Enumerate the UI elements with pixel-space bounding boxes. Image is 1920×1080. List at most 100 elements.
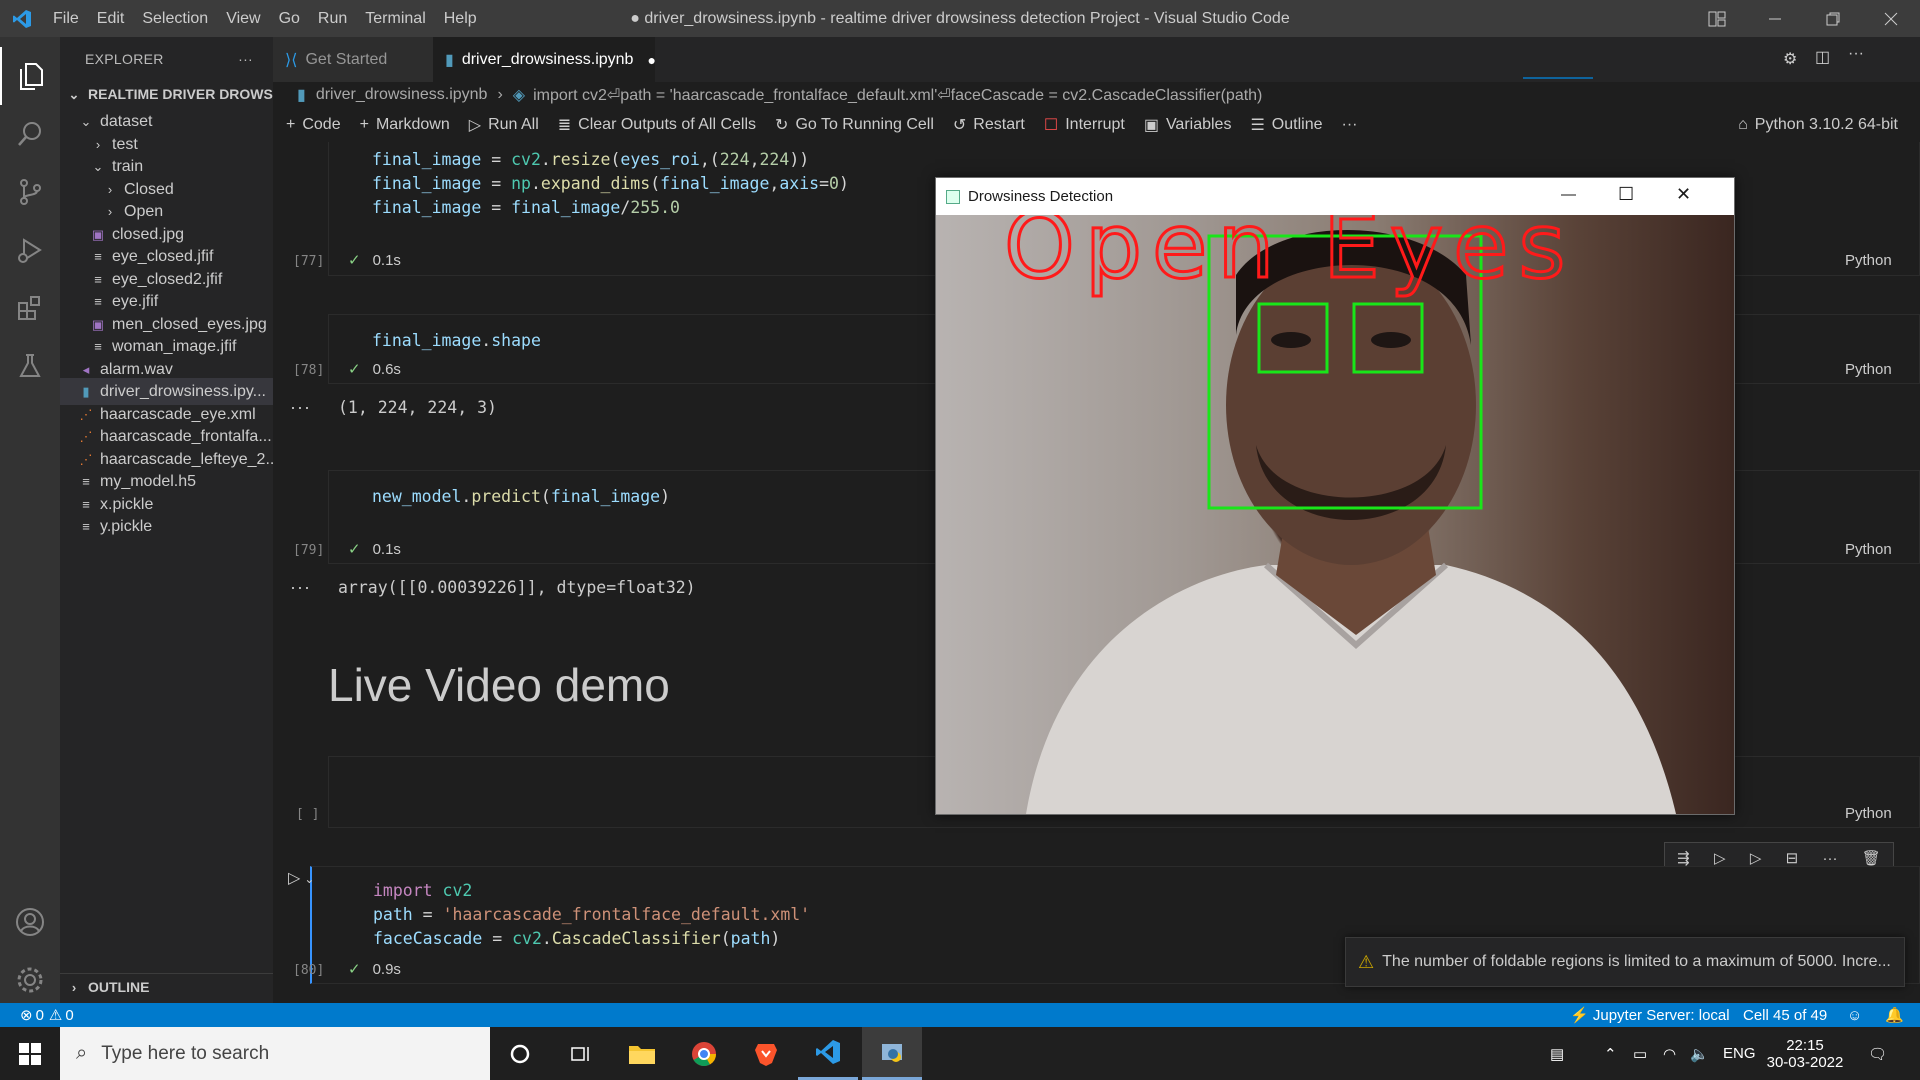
notification-center-icon[interactable]: 🗨 bbox=[1868, 1027, 1887, 1080]
notifications-bell-icon[interactable]: 🔔 bbox=[1885, 1006, 1904, 1024]
run-debug-icon[interactable] bbox=[0, 221, 60, 279]
unsaved-dot-icon[interactable]: ● bbox=[647, 52, 655, 68]
settings-gear-icon[interactable] bbox=[0, 951, 60, 1009]
file-explorer-icon[interactable] bbox=[612, 1027, 672, 1080]
accounts-icon[interactable] bbox=[0, 893, 60, 951]
output-more-icon[interactable]: ··· bbox=[290, 397, 311, 418]
output-more-icon[interactable]: ··· bbox=[290, 577, 311, 598]
explorer-title: EXPLORER bbox=[85, 51, 164, 67]
cell-source[interactable]: import cv2 path = 'haarcascade_frontalfa… bbox=[373, 879, 810, 951]
go-to-running-cell-button[interactable]: ↻ Go To Running Cell bbox=[775, 115, 934, 135]
breadcrumb-file[interactable]: driver_drowsiness.ipynb bbox=[316, 86, 488, 104]
plus-icon: + bbox=[286, 116, 296, 133]
markdown-heading[interactable]: Live Video demo bbox=[328, 658, 670, 712]
cell-language[interactable]: Python bbox=[1845, 805, 1892, 822]
split-editor-icon[interactable]: ◫ bbox=[1815, 47, 1830, 67]
task-view-icon[interactable] bbox=[550, 1027, 610, 1080]
extensions-icon[interactable] bbox=[0, 279, 60, 337]
show-hidden-icons-icon[interactable]: ⌃ bbox=[1604, 1027, 1617, 1080]
execute-above-icon[interactable]: ▷ bbox=[1714, 849, 1726, 867]
cell-source[interactable]: final_image = cv2.resize(eyes_roi,(224,2… bbox=[372, 148, 849, 220]
run-all-button[interactable]: ▷ Run All bbox=[469, 115, 539, 135]
outline-button[interactable]: ☰ Outline bbox=[1250, 115, 1322, 135]
breadcrumb-cell[interactable]: import cv2⏎path = 'haarcascade_frontalfa… bbox=[533, 85, 1262, 105]
cell-source[interactable]: final_image.shape bbox=[372, 329, 541, 353]
restart-button[interactable]: ↺ Restart bbox=[953, 115, 1025, 135]
tree-file[interactable]: ≡ y.pickle bbox=[60, 513, 273, 540]
drowsiness-detection-window[interactable]: Drowsiness Detection — ☐ ✕ Open Eyes bbox=[935, 177, 1735, 815]
menu-terminal[interactable]: Terminal bbox=[356, 0, 434, 37]
outline-section[interactable]: › OUTLINE bbox=[60, 973, 273, 1000]
testing-icon[interactable] bbox=[0, 337, 60, 395]
run-by-line-icon[interactable]: ⇶ bbox=[1677, 849, 1690, 867]
feedback-icon[interactable]: ☺ bbox=[1847, 1007, 1862, 1024]
check-icon: ✓ bbox=[348, 361, 361, 378]
run-cell-button[interactable]: ▷ ⌄ bbox=[288, 868, 314, 888]
cortana-icon[interactable] bbox=[490, 1027, 550, 1080]
maximize-button[interactable]: ☐ bbox=[1618, 184, 1634, 205]
news-widget-icon[interactable]: ▤ bbox=[1550, 1027, 1564, 1080]
execute-below-icon[interactable]: ▷ bbox=[1750, 849, 1762, 867]
errors-status[interactable]: ⊗ 0 ⚠ 0 bbox=[20, 1006, 74, 1025]
chrome-icon[interactable] bbox=[674, 1027, 734, 1080]
execution-count: [78] bbox=[293, 363, 325, 378]
more-actions-icon[interactable]: ··· bbox=[1823, 850, 1838, 867]
close-button[interactable] bbox=[1862, 0, 1920, 37]
jupyter-server-status[interactable]: ⚡ Jupyter Server: local bbox=[1570, 1006, 1730, 1024]
menu-view[interactable]: View bbox=[217, 0, 269, 37]
kernel-icon: ⌂ bbox=[1738, 116, 1748, 133]
tree-item-label: eye_closed2.jfif bbox=[112, 270, 223, 288]
delete-icon[interactable]: 🗑 bbox=[1862, 849, 1881, 867]
battery-icon[interactable]: ▭ bbox=[1633, 1027, 1647, 1080]
cell-language[interactable]: Python bbox=[1845, 541, 1892, 558]
volume-icon[interactable]: 🔈 bbox=[1690, 1027, 1709, 1080]
explorer-sidebar: EXPLORER ··· ⌄ REALTIME DRIVER DROWS... ⌄… bbox=[60, 37, 273, 1003]
cell-source[interactable]: new_model.predict(final_image) bbox=[372, 485, 670, 509]
kernel-picker[interactable]: ⌂ Python 3.10.2 64-bit bbox=[1738, 116, 1898, 134]
vscode-taskbar-icon[interactable] bbox=[798, 1027, 858, 1080]
play-icon: ▷ bbox=[288, 870, 301, 887]
menu-selection[interactable]: Selection bbox=[133, 0, 217, 37]
input-language[interactable]: ENG bbox=[1723, 1027, 1756, 1080]
explorer-icon[interactable] bbox=[0, 47, 60, 105]
add-markdown-button[interactable]: + Markdown bbox=[360, 116, 450, 134]
workspace-root[interactable]: ⌄ REALTIME DRIVER DROWS... bbox=[60, 81, 273, 108]
cell-language[interactable]: Python bbox=[1845, 361, 1892, 378]
cell-output: array([[0.00039226]], dtype=float32) bbox=[338, 578, 696, 597]
more-actions-icon[interactable]: ··· bbox=[1848, 45, 1864, 63]
more-actions-icon[interactable]: ··· bbox=[238, 37, 253, 81]
search-icon[interactable] bbox=[0, 105, 60, 163]
menu-help[interactable]: Help bbox=[435, 0, 486, 37]
tab-get-started[interactable]: ⟩⟨ Get Started bbox=[273, 37, 433, 82]
menu-run[interactable]: Run bbox=[309, 0, 356, 37]
taskbar-search-box[interactable]: ⌕ Type here to search bbox=[60, 1027, 490, 1080]
wifi-icon[interactable]: ◠ bbox=[1663, 1027, 1676, 1080]
settings-gear-icon[interactable]: ⚙ bbox=[1783, 49, 1797, 69]
tree-item-label: woman_image.jfif bbox=[112, 338, 237, 355]
restore-button[interactable] bbox=[1804, 0, 1862, 37]
menu-file[interactable]: File bbox=[44, 0, 88, 37]
interrupt-button[interactable]: ☐ Interrupt bbox=[1044, 115, 1125, 135]
layout-icon[interactable] bbox=[1688, 0, 1746, 37]
minimize-button[interactable]: — bbox=[1561, 186, 1576, 203]
python-window-icon[interactable] bbox=[862, 1027, 922, 1080]
menu-edit[interactable]: Edit bbox=[88, 0, 134, 37]
brave-icon[interactable] bbox=[736, 1027, 796, 1080]
cell-language[interactable]: Python bbox=[1845, 252, 1892, 269]
add-code-button[interactable]: + Code bbox=[286, 116, 341, 134]
notification-toast[interactable]: ⚠ The number of foldable regions is limi… bbox=[1345, 937, 1905, 987]
split-cell-icon[interactable]: ⊟ bbox=[1786, 849, 1799, 867]
close-button[interactable]: ✕ bbox=[1676, 184, 1691, 205]
clear-outputs-button[interactable]: ≣ Clear Outputs of All Cells bbox=[558, 115, 756, 135]
tab-driver-drowsiness[interactable]: ▮ driver_drowsiness.ipynb ● bbox=[433, 37, 656, 82]
variables-button[interactable]: ▣ Variables bbox=[1144, 115, 1232, 135]
minimize-button[interactable] bbox=[1746, 0, 1804, 37]
menu-go[interactable]: Go bbox=[270, 0, 309, 37]
source-control-icon[interactable] bbox=[0, 163, 60, 221]
cell-status: ✓ 0.9s bbox=[348, 961, 401, 978]
more-actions-icon[interactable]: ··· bbox=[1342, 116, 1358, 134]
clock[interactable]: 22:15 30-03-2022 bbox=[1760, 1027, 1850, 1080]
windows-start-icon[interactable] bbox=[0, 1027, 60, 1080]
cell-position[interactable]: Cell 45 of 49 bbox=[1743, 1007, 1827, 1024]
list-icon: ☰ bbox=[1250, 117, 1265, 134]
